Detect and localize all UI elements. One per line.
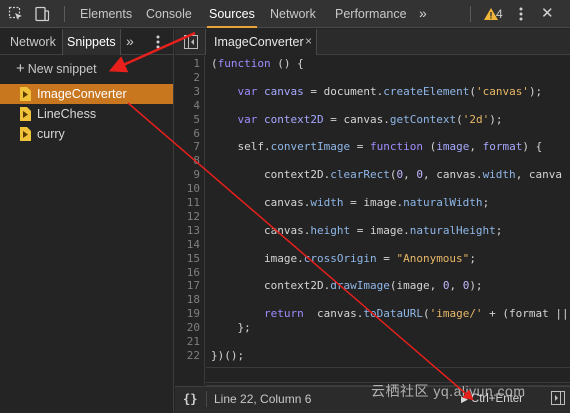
- navigator-panel: Network Snippets » + New snippet ImageCon…: [0, 29, 174, 413]
- more-tabs-button[interactable]: »: [419, 0, 427, 28]
- code-line: canvas.height = image.naturalHeight;: [211, 223, 503, 237]
- snippet-file-icon: [20, 107, 31, 121]
- warning-count[interactable]: 4: [496, 0, 503, 28]
- navigator-tabs: Network Snippets »: [0, 29, 174, 55]
- snippet-file-icon: [20, 127, 31, 141]
- toggle-navigator-icon[interactable]: [184, 35, 198, 49]
- line-number[interactable]: 3: [175, 85, 200, 98]
- line-number[interactable]: 8: [175, 154, 200, 167]
- code-line: (function () {: [211, 57, 304, 70]
- run-snippet-button[interactable]: ▶ Ctrl+Enter: [461, 388, 523, 410]
- run-shortcut-label: Ctrl+Enter: [470, 393, 524, 405]
- navigator-tab-network[interactable]: Network: [10, 29, 56, 55]
- new-snippet-button[interactable]: + New snippet: [16, 58, 97, 80]
- line-number[interactable]: 20: [175, 321, 200, 334]
- plus-icon: +: [16, 60, 25, 77]
- snippet-name: curry: [37, 127, 65, 141]
- snippet-name: LineChess: [37, 107, 97, 121]
- line-number[interactable]: 7: [175, 140, 200, 153]
- code-line: context2D.drawImage(image, 0, 0);: [211, 279, 483, 293]
- code-line: canvas.width = image.naturalWidth;: [211, 196, 490, 209]
- current-line-highlight: [206, 367, 570, 383]
- close-devtools-button[interactable]: ✕: [541, 0, 554, 28]
- play-icon: ▶: [461, 394, 468, 404]
- line-number[interactable]: 21: [175, 335, 200, 348]
- inspect-element-icon[interactable]: [8, 6, 24, 22]
- new-snippet-label: New snippet: [27, 62, 97, 76]
- code-line: context2D.clearRect(0, 0, canvas.width, …: [211, 168, 563, 182]
- code-line: self.convertImage = function (image, for…: [211, 140, 543, 154]
- line-number-gutter: 1 2 3 4 5 6 7 8 9 10 11 12 13 14 15 16 17 18 19 20 21 22: [175, 56, 205, 385]
- code-line: })();: [211, 348, 245, 362]
- editor-file-tab[interactable]: ImageConverter ×: [205, 29, 317, 55]
- pretty-print-button[interactable]: {}: [183, 391, 197, 407]
- navigator-more-button[interactable]: »: [126, 29, 134, 55]
- toggle-debugger-icon[interactable]: [551, 391, 565, 405]
- line-number[interactable]: 1: [175, 57, 200, 70]
- devtools-toolbar: Elements Console Sources Network Perform…: [0, 0, 570, 28]
- line-number[interactable]: 18: [175, 293, 200, 306]
- status-divider: [206, 391, 207, 407]
- tab-elements[interactable]: Elements: [80, 0, 132, 28]
- snippet-name: ImageConverter: [37, 87, 127, 101]
- toolbar-divider: [64, 6, 65, 22]
- customize-menu-icon[interactable]: [519, 7, 523, 21]
- code-line: var canvas = document.createElement('can…: [237, 84, 543, 98]
- tab-sources[interactable]: Sources: [207, 0, 257, 28]
- line-number[interactable]: 13: [175, 224, 200, 237]
- tab-console[interactable]: Console: [146, 0, 192, 28]
- code-line: };: [211, 321, 251, 335]
- line-number[interactable]: 11: [175, 196, 200, 209]
- close-tab-icon[interactable]: ×: [305, 29, 312, 54]
- code-line: var context2D = canvas.getContext('2d');: [237, 112, 503, 126]
- line-number[interactable]: 10: [175, 182, 200, 195]
- toolbar-divider: [470, 6, 471, 22]
- navigator-menu-icon[interactable]: [156, 35, 160, 49]
- line-number[interactable]: 9: [175, 168, 200, 181]
- cursor-position: Line 22, Column 6: [214, 392, 312, 406]
- line-number[interactable]: 4: [175, 99, 200, 112]
- tab-network[interactable]: Network: [270, 0, 316, 28]
- snippet-item[interactable]: curry: [0, 124, 173, 144]
- device-toolbar-icon[interactable]: [34, 6, 50, 22]
- line-number[interactable]: 5: [175, 113, 200, 126]
- line-number[interactable]: 12: [175, 210, 200, 223]
- snippet-item[interactable]: LineChess: [0, 104, 173, 124]
- code-editor[interactable]: 1 2 3 4 5 6 7 8 9 10 11 12 13 14 15 16 17 18 19 20 21 22 (fun…: [175, 56, 570, 385]
- snippet-file-icon: [20, 87, 31, 101]
- code-line: image.crossOrigin = "Anonymous";: [211, 251, 476, 265]
- navigator-tab-snippets[interactable]: Snippets: [62, 29, 121, 55]
- snippet-item[interactable]: ImageConverter: [0, 84, 173, 104]
- editor-file-tab-label: ImageConverter: [214, 35, 304, 49]
- line-number[interactable]: 22: [175, 349, 200, 362]
- line-number[interactable]: 17: [175, 279, 200, 292]
- line-number[interactable]: 14: [175, 238, 200, 251]
- code-line: return canvas.toDataURL('image/' + (form…: [263, 307, 569, 321]
- line-number[interactable]: 19: [175, 307, 200, 320]
- line-number[interactable]: 16: [175, 266, 200, 279]
- line-number[interactable]: 2: [175, 71, 200, 84]
- tab-performance[interactable]: Performance: [335, 0, 407, 28]
- line-number[interactable]: 15: [175, 252, 200, 265]
- line-number[interactable]: 6: [175, 127, 200, 140]
